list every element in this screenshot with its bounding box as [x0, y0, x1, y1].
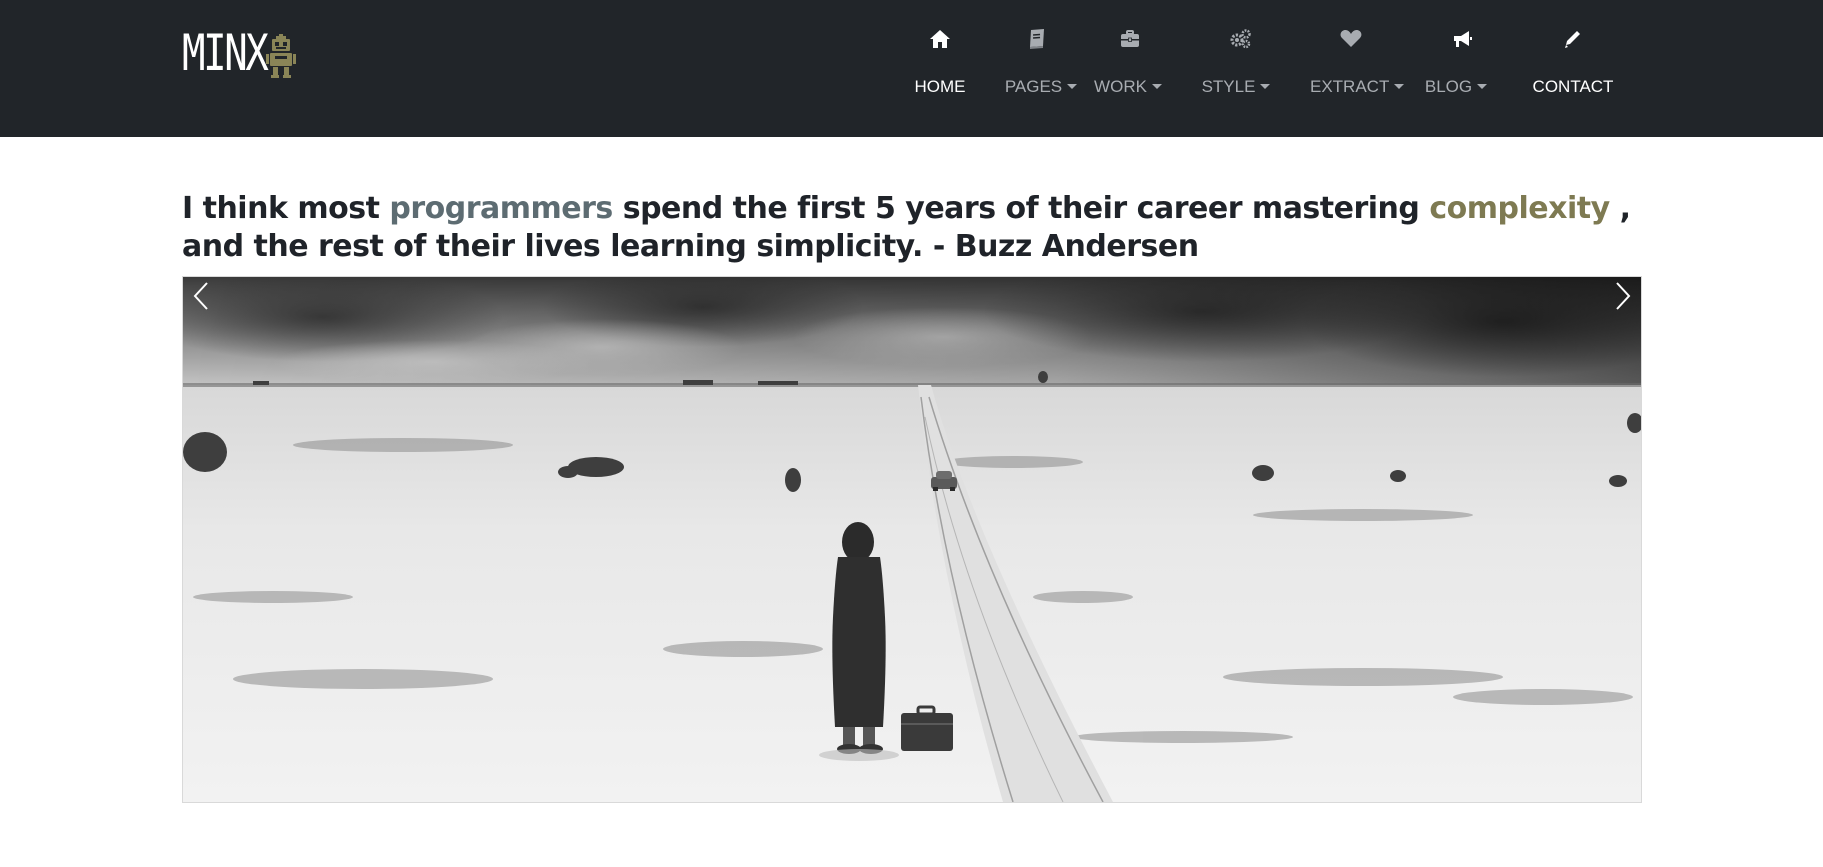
quote-highlight-programmers: programmers — [389, 191, 613, 226]
nav-item-style[interactable]: STYLE — [1195, 0, 1277, 137]
navbar: MINX HOME PAGES WORK STYLE EXTRACT BLOG … — [0, 0, 1823, 137]
nav-item-pages[interactable]: PAGES — [1003, 0, 1079, 137]
hero-carousel[interactable] — [182, 276, 1642, 803]
nav-item-blog[interactable]: BLOG — [1418, 0, 1494, 137]
nav-item-work[interactable]: WORK — [1090, 0, 1166, 137]
chevron-right-icon — [1616, 282, 1631, 310]
bullhorn-icon — [1454, 31, 1472, 47]
carousel-next-button[interactable] — [1601, 277, 1641, 317]
home-icon — [930, 30, 950, 48]
quote-heading: I think most programmers spend the first… — [182, 190, 1642, 266]
carousel-prev-button[interactable] — [183, 277, 223, 317]
nav-item-contact[interactable]: CONTACT — [1527, 0, 1619, 137]
brand-name: MINX — [182, 24, 269, 82]
nav-label-contact: CONTACT — [1532, 77, 1614, 96]
chevron-left-icon — [193, 282, 208, 310]
nav-label-work: WORK — [1090, 76, 1166, 98]
brand-logo[interactable]: MINX — [182, 28, 296, 78]
quote-text: I think most — [182, 191, 390, 226]
caret-down-icon — [1067, 84, 1078, 89]
caret-down-icon — [1394, 84, 1405, 89]
hero-image — [183, 277, 1641, 802]
heart-icon — [1340, 30, 1362, 47]
caret-down-icon — [1151, 84, 1162, 89]
quote-text: spend the first 5 years of their career … — [612, 191, 1430, 226]
nav-label-pages: PAGES — [1003, 76, 1079, 98]
caret-down-icon — [1260, 84, 1271, 89]
caret-down-icon — [1477, 84, 1488, 89]
nav-label-home: HOME — [914, 77, 966, 96]
nav-label-blog: BLOG — [1418, 76, 1494, 98]
robot-logo-icon — [266, 34, 296, 78]
quote-highlight-complexity: complexity — [1429, 191, 1610, 226]
nav-label-style: STYLE — [1195, 76, 1277, 98]
book-icon — [1030, 29, 1044, 49]
nav-item-home[interactable]: HOME — [905, 0, 975, 137]
pencil-icon — [1565, 31, 1580, 48]
nav-label-extract: EXTRACT — [1310, 76, 1405, 98]
briefcase-icon — [1121, 30, 1139, 47]
nav-item-extract[interactable]: EXTRACT — [1310, 0, 1405, 137]
gears-icon — [1230, 29, 1251, 49]
